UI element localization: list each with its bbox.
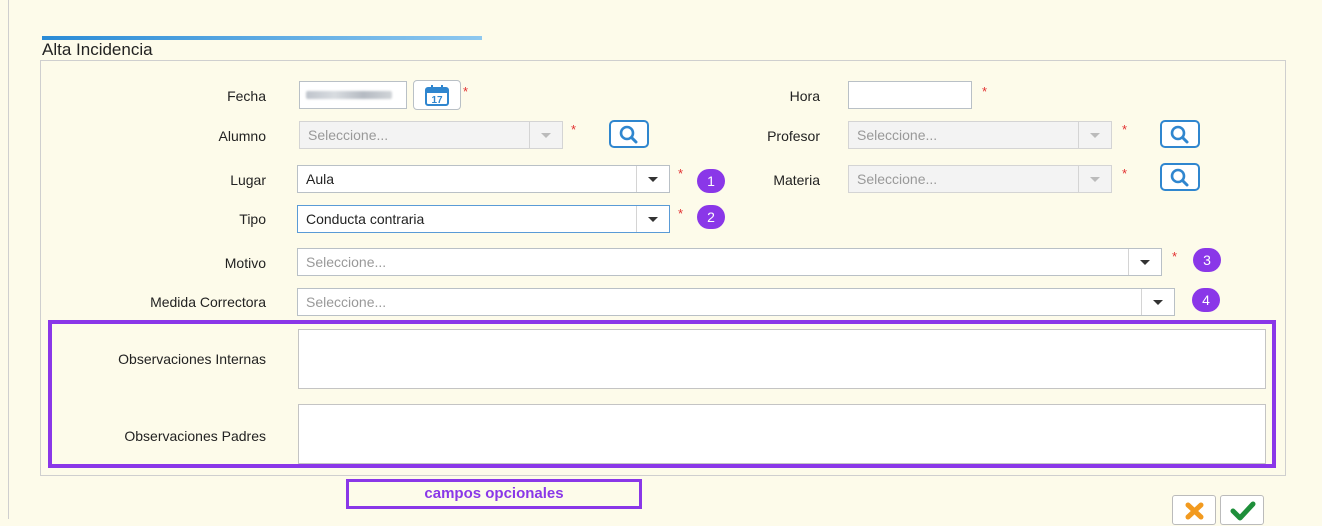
search-materia-button[interactable] xyxy=(1160,163,1200,191)
obs-internas-label: Observaciones Internas xyxy=(118,351,266,367)
materia-required-mark: * xyxy=(1122,166,1128,181)
obs-padres-label: Observaciones Padres xyxy=(124,428,266,444)
search-alumno-button[interactable] xyxy=(609,120,649,148)
obs-internas-textarea[interactable] xyxy=(298,329,1266,389)
alumno-select[interactable]: Seleccione... xyxy=(299,121,563,149)
cancel-button[interactable] xyxy=(1172,495,1216,525)
hora-input[interactable] xyxy=(848,81,972,109)
optional-fields-label: campos opcionales xyxy=(346,479,642,509)
lugar-select[interactable]: Aula xyxy=(297,165,670,193)
materia-select[interactable]: Seleccione... xyxy=(848,165,1112,193)
profesor-required-mark: * xyxy=(1122,122,1128,137)
alumno-placeholder: Seleccione... xyxy=(308,127,389,143)
medida-label: Medida Correctora xyxy=(150,294,266,310)
calendar-button[interactable]: 17 xyxy=(413,80,461,110)
fecha-required-mark: * xyxy=(463,84,469,99)
profesor-placeholder: Seleccione... xyxy=(857,127,938,143)
alumno-label: Alumno xyxy=(218,128,266,144)
hora-required-mark: * xyxy=(982,84,988,99)
motivo-placeholder: Seleccione... xyxy=(306,254,387,270)
tipo-required-mark: * xyxy=(678,206,684,221)
chevron-down-icon xyxy=(1078,166,1111,192)
search-icon xyxy=(1170,168,1189,187)
step-badge-3: 3 xyxy=(1193,248,1221,272)
page-title: Alta Incidencia xyxy=(42,40,153,59)
fecha-input[interactable] xyxy=(299,81,407,109)
motivo-required-mark: * xyxy=(1172,249,1178,264)
fecha-value-blurred xyxy=(306,91,392,99)
confirm-button[interactable] xyxy=(1220,495,1264,525)
lugar-required-mark: * xyxy=(678,166,684,181)
lugar-value: Aula xyxy=(306,171,335,187)
medida-select[interactable]: Seleccione... xyxy=(297,288,1175,316)
lugar-label: Lugar xyxy=(230,172,266,188)
chevron-down-icon xyxy=(1078,122,1111,148)
tipo-label: Tipo xyxy=(239,211,266,227)
materia-label: Materia xyxy=(773,172,820,188)
step-badge-4: 4 xyxy=(1192,288,1220,312)
window-left-border xyxy=(8,0,9,519)
search-icon xyxy=(619,125,638,144)
obs-padres-textarea[interactable] xyxy=(298,404,1266,464)
chevron-down-icon xyxy=(1141,289,1174,315)
chevron-down-icon xyxy=(636,206,669,232)
medida-placeholder: Seleccione... xyxy=(306,294,387,310)
tipo-select[interactable]: Conducta contraria xyxy=(297,205,670,233)
svg-text:17: 17 xyxy=(431,95,443,106)
profesor-select[interactable]: Seleccione... xyxy=(848,121,1112,149)
chevron-down-icon xyxy=(1128,249,1161,275)
search-profesor-button[interactable] xyxy=(1160,120,1200,148)
step-badge-2: 2 xyxy=(697,205,725,229)
motivo-select[interactable]: Seleccione... xyxy=(297,248,1162,276)
materia-placeholder: Seleccione... xyxy=(857,171,938,187)
profesor-label: Profesor xyxy=(767,128,820,144)
close-icon xyxy=(1185,502,1204,520)
calendar-icon: 17 xyxy=(425,85,449,106)
search-icon xyxy=(1170,125,1189,144)
alumno-required-mark: * xyxy=(571,122,577,137)
tipo-value: Conducta contraria xyxy=(306,211,425,227)
hora-label: Hora xyxy=(789,88,820,104)
chevron-down-icon xyxy=(529,122,562,148)
fecha-label: Fecha xyxy=(227,88,266,104)
motivo-label: Motivo xyxy=(224,255,266,271)
chevron-down-icon xyxy=(636,166,669,192)
checkmark-icon xyxy=(1230,501,1256,521)
